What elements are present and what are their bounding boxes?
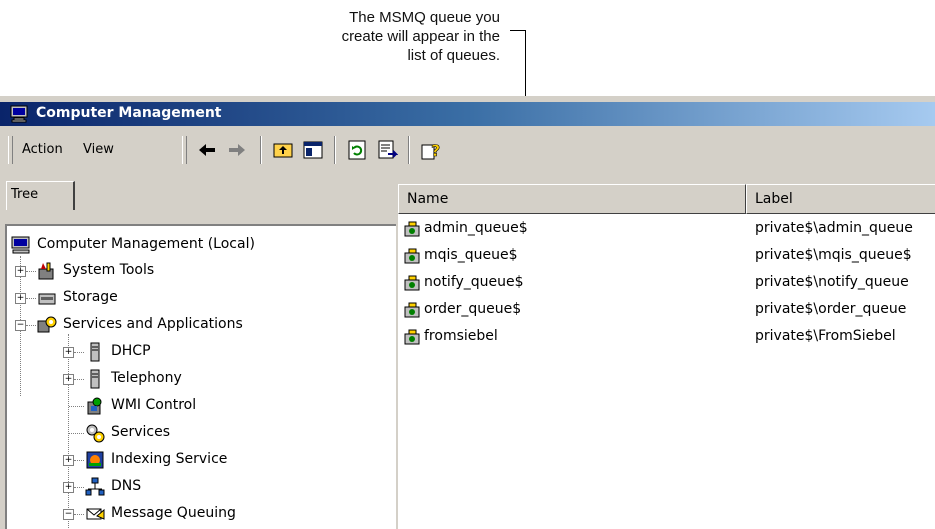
window-title: Computer Management [36, 105, 222, 121]
tab-tree-label: Tree [11, 187, 39, 202]
queue-name: notify_queue$ [424, 274, 524, 290]
expand-plus-icon[interactable]: + [63, 482, 74, 493]
tree-connector [74, 460, 84, 462]
toolbar-separator [260, 136, 262, 164]
tree-connector [26, 325, 36, 327]
export-list-icon[interactable] [376, 139, 398, 161]
forward-arrow-icon[interactable] [226, 139, 248, 161]
tree-item-label: Computer Management (Local) [37, 236, 255, 252]
expand-plus-icon[interactable]: + [63, 347, 74, 358]
column-header-label-col[interactable]: Label [746, 184, 935, 214]
show-hide-tree-icon[interactable] [302, 139, 324, 161]
computer-icon [10, 105, 28, 123]
tree-connector [69, 406, 84, 408]
server-icon [90, 369, 100, 389]
expand-plus-icon[interactable]: + [63, 374, 74, 385]
queue-label: private$\admin_queue [755, 220, 913, 236]
callout-line-2: create will appear in the [341, 28, 500, 45]
tree-item-label: Indexing Service [111, 451, 228, 467]
back-arrow-icon[interactable] [196, 139, 218, 161]
queue-list-pane[interactable]: Name Label admin_queue$ private$\admin_q… [398, 184, 935, 529]
tools-icon [38, 262, 54, 280]
column-header-label: Label [755, 191, 793, 207]
tree-connector [74, 352, 84, 354]
tree-item-label: WMI Control [111, 397, 197, 413]
queue-label: private$\FromSiebel [755, 328, 896, 344]
queue-label: private$\order_queue [755, 301, 907, 317]
tree-item-label: Storage [63, 289, 118, 305]
tree-connector [74, 514, 84, 516]
computer-icon [11, 236, 30, 254]
list-item[interactable]: fromsiebel private$\FromSiebel [398, 324, 935, 351]
server-icon [90, 342, 100, 362]
list-item[interactable]: notify_queue$ private$\notify_queue [398, 270, 935, 297]
menu-view[interactable]: View [83, 142, 114, 157]
queue-label: private$\mqis_queue$ [755, 247, 912, 263]
tree-connector [68, 334, 70, 529]
message-queuing-icon [86, 508, 105, 520]
list-item[interactable]: mqis_queue$ private$\mqis_queue$ [398, 243, 935, 270]
tree-item-label: Services and Applications [63, 316, 243, 332]
collapse-minus-icon[interactable]: − [63, 509, 74, 520]
tab-tree[interactable]: Tree [6, 181, 75, 210]
tree-tab-bar: Tree [0, 176, 392, 212]
tree-connector [74, 379, 84, 381]
queue-name: order_queue$ [424, 301, 522, 317]
storage-icon [38, 293, 56, 305]
up-folder-icon[interactable] [272, 139, 294, 161]
refresh-icon[interactable] [346, 139, 368, 161]
column-header-name[interactable]: Name [398, 184, 746, 214]
expand-plus-icon[interactable]: + [15, 266, 26, 277]
tree-item-label: System Tools [63, 262, 155, 278]
toolbar: Action View ? [0, 130, 935, 172]
expand-plus-icon[interactable]: + [15, 293, 26, 304]
callout-text: The MSMQ queue you create will appear in… [230, 8, 500, 65]
tree-item-label: Message Queuing [111, 505, 236, 521]
callout-line-3: list of queues. [407, 47, 500, 64]
menu-action[interactable]: Action [22, 142, 63, 157]
dns-icon [85, 477, 105, 496]
tree-connector [74, 487, 84, 489]
tree-item-label: Services [111, 424, 171, 440]
tree-item-label: Telephony [111, 370, 182, 386]
queue-icon [404, 302, 420, 318]
toolbar-grip-2[interactable] [182, 136, 187, 164]
collapse-minus-icon[interactable]: − [15, 320, 26, 331]
tree-pane[interactable]: Computer Management (Local) + System Too… [5, 224, 396, 529]
tree-connector [26, 271, 36, 273]
expand-plus-icon[interactable]: + [63, 455, 74, 466]
queue-icon [404, 329, 420, 345]
queue-icon [404, 248, 420, 264]
toolbar-separator-2 [334, 136, 336, 164]
tree-item-label: DNS [111, 478, 142, 494]
menu-action-label: Action [22, 142, 63, 157]
queue-name: admin_queue$ [424, 220, 528, 236]
computer-management-window: Computer Management Action View ? Tree C… [0, 96, 935, 529]
list-item[interactable]: order_queue$ private$\order_queue [398, 297, 935, 324]
tree-connector [69, 433, 84, 435]
queue-label: private$\notify_queue [755, 274, 909, 290]
wmi-icon [87, 397, 102, 415]
tree-item-label: DHCP [111, 343, 151, 359]
queue-icon [404, 221, 420, 237]
tree-connector [26, 298, 36, 300]
menu-view-label: View [83, 142, 114, 157]
title-bar[interactable]: Computer Management [0, 102, 935, 126]
indexing-icon [86, 451, 104, 469]
help-icon[interactable]: ? [420, 139, 442, 161]
queue-name: fromsiebel [424, 328, 498, 344]
services-apps-icon [37, 316, 57, 333]
callout-line-1: The MSMQ queue you [349, 9, 500, 26]
callout-leader-horizontal [510, 30, 526, 31]
queue-icon [404, 275, 420, 291]
svg-text:?: ? [431, 141, 440, 160]
column-header-label: Name [407, 191, 449, 207]
gears-icon [86, 424, 105, 443]
toolbar-grip[interactable] [8, 136, 13, 164]
queue-name: mqis_queue$ [424, 247, 518, 263]
list-item[interactable]: admin_queue$ private$\admin_queue [398, 216, 935, 243]
toolbar-separator-3 [408, 136, 410, 164]
